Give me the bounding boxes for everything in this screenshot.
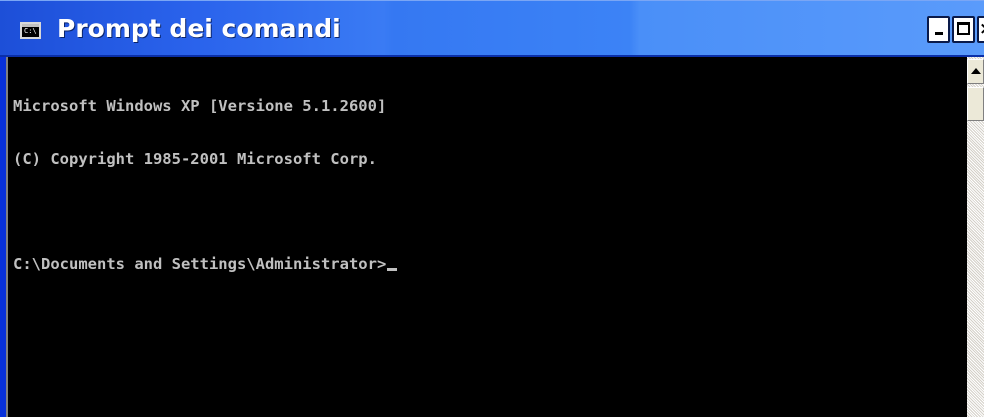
command-prompt-line[interactable]: C:\Documents and Settings\Administrator> (13, 254, 398, 274)
cmd-window: C:\ Prompt dei comandi × Microsoft Windo… (0, 0, 984, 417)
console-line: Microsoft Windows XP [Versione 5.1.2600] (13, 97, 387, 115)
console-output-area[interactable]: Microsoft Windows XP [Versione 5.1.2600]… (6, 57, 967, 417)
command-prompt: C:\Documents and Settings\Administrator> (13, 254, 387, 273)
console-text: Microsoft Windows XP [Versione 5.1.2600]… (13, 63, 398, 308)
maximize-icon (957, 22, 970, 35)
maximize-button[interactable] (952, 16, 975, 43)
title-bar[interactable]: C:\ Prompt dei comandi × (0, 0, 984, 57)
vertical-scrollbar[interactable] (967, 57, 984, 417)
cmd-console-icon-glyph: C:\ (24, 27, 37, 35)
close-button[interactable]: × (977, 16, 984, 43)
minimize-button[interactable] (927, 16, 950, 43)
console-line: (C) Copyright 1985-2001 Microsoft Corp. (13, 149, 377, 168)
cmd-console-icon[interactable]: C:\ (20, 22, 41, 39)
arrow-up-icon (971, 68, 981, 74)
text-cursor (387, 267, 398, 271)
minimize-icon (935, 32, 943, 35)
close-icon: × (979, 19, 984, 39)
scroll-up-button[interactable] (967, 59, 984, 84)
window-title: Prompt dei comandi (57, 14, 341, 43)
scroll-thumb[interactable] (967, 87, 984, 121)
